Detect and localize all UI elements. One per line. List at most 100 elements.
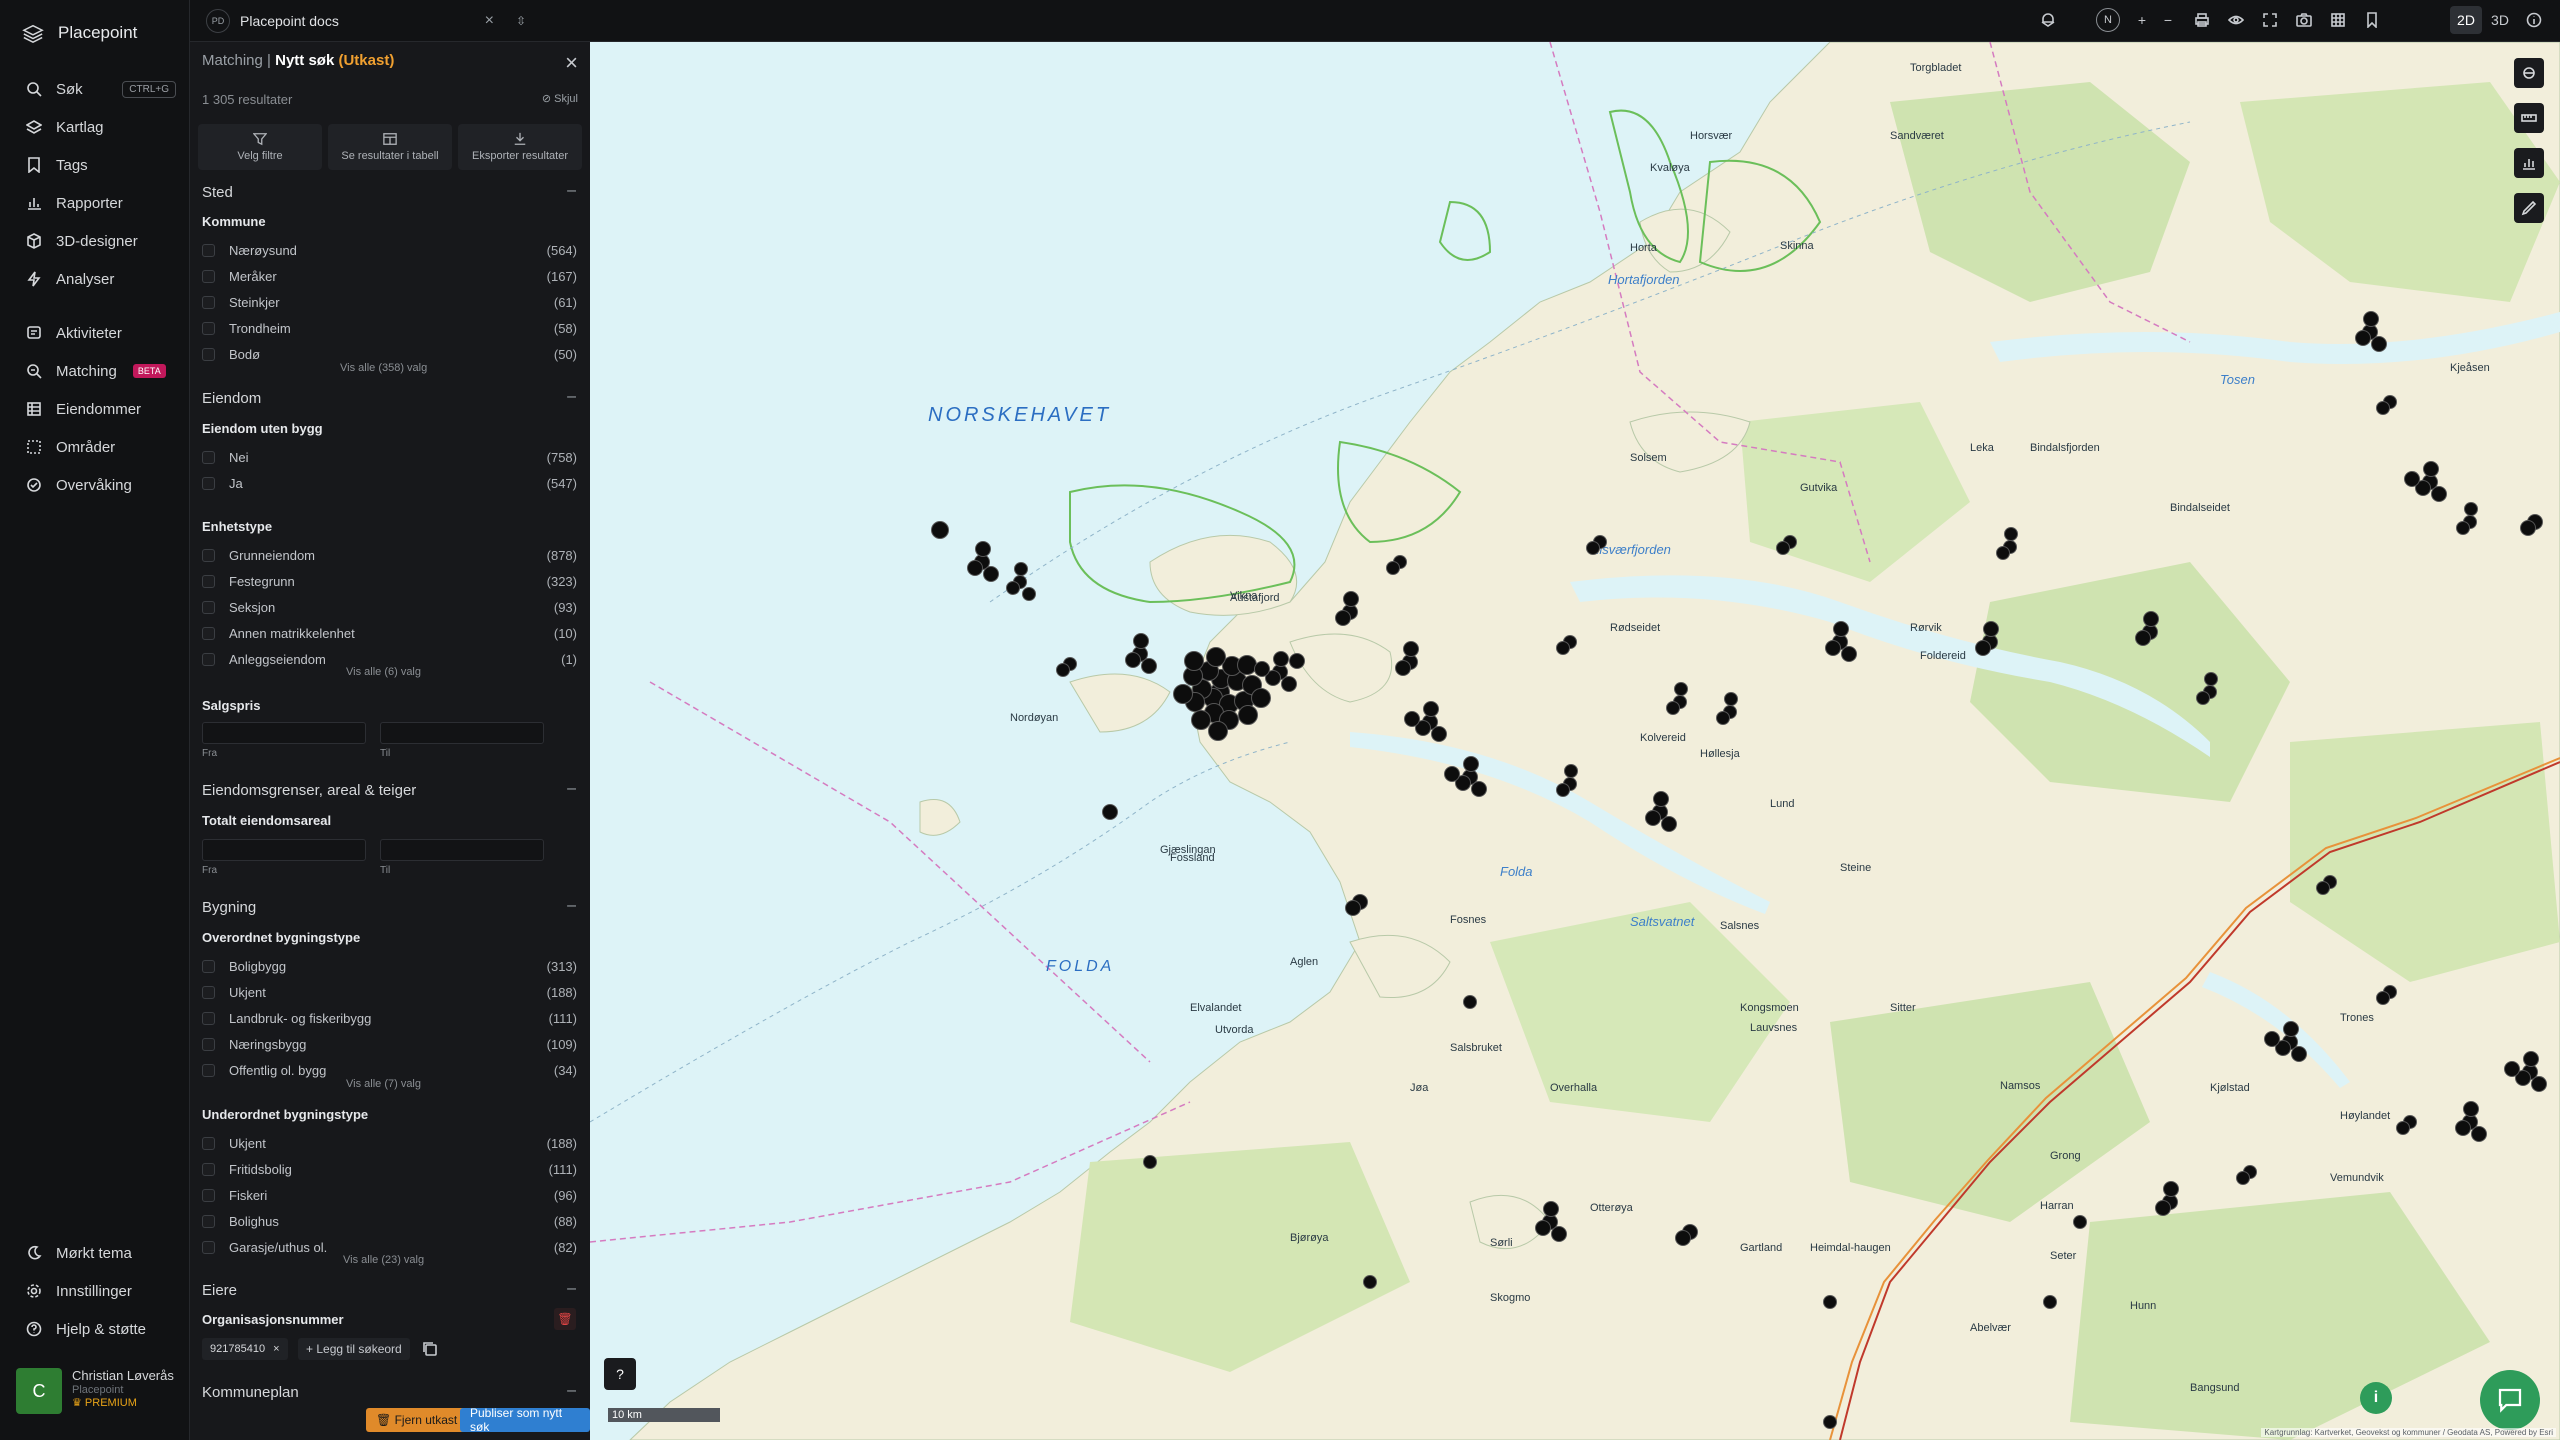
section-eiere[interactable]: Eiere xyxy=(202,1282,237,1299)
collapse-icon[interactable]: – xyxy=(567,1382,576,1400)
checkbox[interactable] xyxy=(202,1162,215,1176)
filter-option[interactable]: Steinkjer (61) xyxy=(202,291,577,313)
price-to-input[interactable] xyxy=(380,722,544,744)
show-all-link[interactable]: Vis alle (7) valg xyxy=(346,1078,421,1090)
section-sted[interactable]: Sted xyxy=(202,184,233,201)
area-from-input[interactable] xyxy=(202,839,366,861)
checkbox[interactable] xyxy=(202,1011,215,1025)
checkbox[interactable] xyxy=(202,1214,215,1228)
add-keyword-button[interactable]: + Legg til søkeord xyxy=(298,1338,410,1360)
property-marker[interactable] xyxy=(931,521,949,539)
section-kommuneplan[interactable]: Kommuneplan xyxy=(202,1384,299,1401)
mode-2d-button[interactable]: 2D xyxy=(2450,6,2482,34)
checkbox[interactable] xyxy=(202,1063,215,1077)
nav-item-eiendommer[interactable]: Eiendommer xyxy=(26,396,176,422)
close-icon[interactable]: × xyxy=(485,12,494,30)
nav-item-overvaking[interactable]: Overvåking xyxy=(26,472,176,498)
property-marker[interactable] xyxy=(1463,995,1477,1009)
filter-option[interactable]: Meråker (167) xyxy=(202,265,577,287)
nav-item-tags[interactable]: Tags xyxy=(26,152,176,178)
close-panel-icon[interactable]: × xyxy=(565,50,578,76)
collapse-icon[interactable]: – xyxy=(567,1280,576,1298)
checkbox[interactable] xyxy=(202,450,215,464)
map-tool-draw[interactable] xyxy=(2514,193,2544,223)
filter-option[interactable]: Nei (758) xyxy=(202,446,577,468)
camera-icon[interactable] xyxy=(2292,8,2316,32)
show-all-link[interactable]: Vis alle (23) valg xyxy=(343,1254,424,1266)
checkbox[interactable] xyxy=(202,985,215,999)
nav-item-kartlag[interactable]: Kartlag xyxy=(26,114,176,140)
checkbox[interactable] xyxy=(202,1240,215,1254)
eye-icon[interactable] xyxy=(2224,8,2248,32)
checkbox[interactable] xyxy=(202,321,215,335)
grid-icon[interactable] xyxy=(2326,8,2350,32)
filter-option[interactable]: Grunneiendom (878) xyxy=(202,544,577,566)
checkbox[interactable] xyxy=(202,652,215,666)
nav-item-help[interactable]: Hjelp & støtte xyxy=(26,1316,176,1342)
map-tool-layers[interactable] xyxy=(2514,58,2544,88)
filter-option[interactable]: Bolighus (88) xyxy=(202,1210,577,1232)
checkbox[interactable] xyxy=(202,1136,215,1150)
checkbox[interactable] xyxy=(202,548,215,562)
property-marker[interactable] xyxy=(1102,804,1118,820)
zoom-in-icon[interactable]: + xyxy=(2130,8,2154,32)
checkbox[interactable] xyxy=(202,574,215,588)
map-tool-chart[interactable] xyxy=(2514,148,2544,178)
export-results-button[interactable]: Eksporter resultater xyxy=(458,124,582,170)
compass-button[interactable]: N xyxy=(2096,8,2120,32)
info-button[interactable]: i xyxy=(2360,1382,2392,1414)
nav-item-omrader[interactable]: Områder xyxy=(26,434,176,460)
checkbox[interactable] xyxy=(202,295,215,309)
checkbox[interactable] xyxy=(202,243,215,257)
price-from-input[interactable] xyxy=(202,722,366,744)
section-bygning[interactable]: Bygning xyxy=(202,899,256,916)
filter-option[interactable]: Ukjent (188) xyxy=(202,1132,577,1154)
filter-option[interactable]: Annen matrikkelenhet (10) xyxy=(202,622,577,644)
chevron-updown-icon[interactable]: ⇳ xyxy=(516,14,526,28)
map-tool-measure[interactable] xyxy=(2514,103,2544,133)
document-selector[interactable]: PD Placepoint docs × ⇳ xyxy=(206,6,526,36)
nav-item-settings[interactable]: Innstillinger xyxy=(26,1278,176,1304)
property-marker[interactable] xyxy=(1205,647,1226,668)
filter-option[interactable]: Landbruk- og fiskeribygg (111) xyxy=(202,1007,577,1029)
remove-tag-icon[interactable]: × xyxy=(273,1343,279,1355)
filter-option[interactable]: Næringsbygg (109) xyxy=(202,1033,577,1055)
print-icon[interactable] xyxy=(2190,8,2214,32)
property-marker[interactable] xyxy=(1237,705,1258,726)
filter-option[interactable]: Trondheim (58) xyxy=(202,317,577,339)
nav-item-dark-theme[interactable]: Mørkt tema xyxy=(26,1240,176,1266)
fullscreen-icon[interactable] xyxy=(2258,8,2282,32)
property-marker[interactable] xyxy=(1363,1275,1377,1289)
section-areal[interactable]: Eiendomsgrenser, areal & teiger xyxy=(202,782,416,799)
checkbox[interactable] xyxy=(202,476,215,490)
property-marker[interactable] xyxy=(1250,687,1271,708)
filter-option[interactable]: Ukjent (188) xyxy=(202,981,577,1003)
checkbox[interactable] xyxy=(202,1188,215,1202)
show-all-link[interactable]: Vis alle (6) valg xyxy=(346,666,421,678)
info-icon[interactable] xyxy=(2522,8,2546,32)
property-marker[interactable] xyxy=(1190,709,1211,730)
mode-3d-button[interactable]: 3D xyxy=(2484,6,2516,34)
collapse-icon[interactable]: – xyxy=(567,780,576,798)
property-marker[interactable] xyxy=(1143,1155,1157,1169)
collapse-icon[interactable]: – xyxy=(567,897,576,915)
show-all-link[interactable]: Vis alle (358) valg xyxy=(340,362,427,374)
area-to-input[interactable] xyxy=(380,839,544,861)
property-marker[interactable] xyxy=(2043,1295,2057,1309)
checkbox[interactable] xyxy=(202,600,215,614)
remove-draft-button[interactable]: 🗑 Fjern utkast xyxy=(366,1408,468,1432)
checkbox[interactable] xyxy=(202,269,215,283)
nav-item-matching[interactable]: Matching BETA xyxy=(26,358,176,384)
collapse-icon[interactable]: – xyxy=(567,388,576,406)
nav-item-aktiviteter[interactable]: Aktiviteter xyxy=(26,320,176,346)
bookmark-icon[interactable] xyxy=(2360,8,2384,32)
filter-option[interactable]: Ja (547) xyxy=(202,472,577,494)
chat-button[interactable] xyxy=(2480,1370,2540,1430)
property-marker[interactable] xyxy=(1823,1415,1837,1429)
filter-option[interactable]: Seksjon (93) xyxy=(202,596,577,618)
nav-item-analyser[interactable]: Analyser xyxy=(26,266,176,292)
copy-icon[interactable] xyxy=(418,1337,442,1361)
property-marker[interactable] xyxy=(1172,683,1193,704)
map-help-icon[interactable]: ? xyxy=(604,1358,636,1390)
breadcrumb-parent[interactable]: Matching xyxy=(202,52,263,69)
